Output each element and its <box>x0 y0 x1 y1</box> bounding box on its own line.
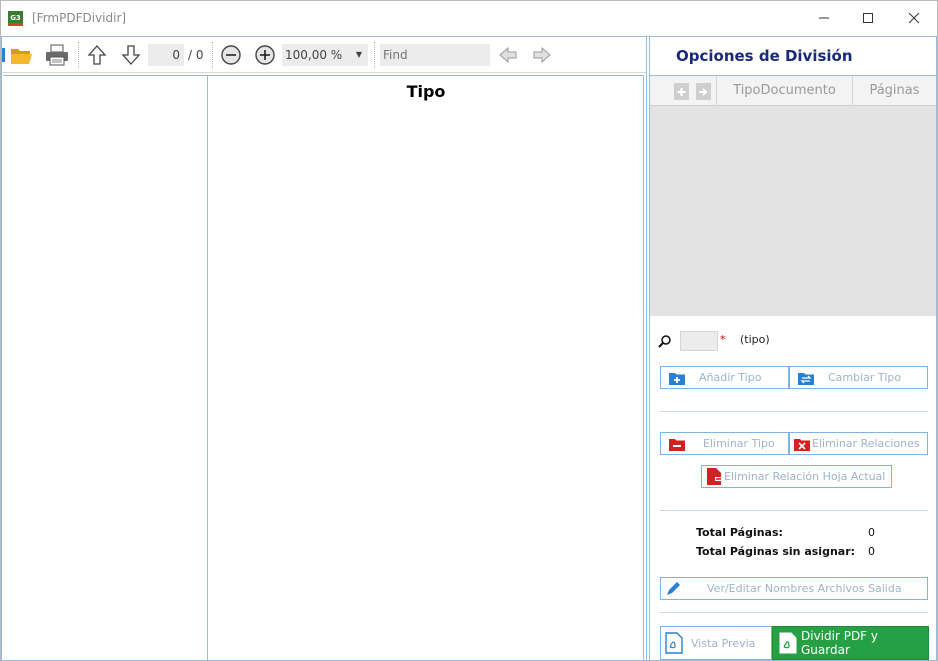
find-next-button[interactable] <box>530 42 554 68</box>
toolbar-separator <box>374 42 375 68</box>
prev-page-button[interactable] <box>84 42 110 68</box>
close-icon <box>908 12 920 24</box>
print-button[interactable] <box>42 42 72 68</box>
change-type-button[interactable]: Cambiar Tipo <box>789 366 928 389</box>
delete-relations-label: Eliminar Relaciones <box>812 437 920 450</box>
split-save-button[interactable]: Dividir PDF y Guardar <box>772 626 929 660</box>
delete-current-relation-button[interactable]: Eliminar Relación Hoja Actual <box>701 465 892 488</box>
page-number-input[interactable]: 0 <box>148 44 184 66</box>
total-pages-value: 0 <box>868 526 875 539</box>
pdf-viewer: 0 / 0 100,00 % ▼ Find Tipo <box>1 36 647 661</box>
edit-output-names-button[interactable]: Ver/Editar Nombres Archivos Salida <box>660 577 928 600</box>
delete-current-relation-label: Eliminar Relación Hoja Actual <box>724 470 886 483</box>
change-type-label: Cambiar Tipo <box>828 371 902 384</box>
swap-folder-icon <box>798 370 814 386</box>
thumbnail-pane[interactable] <box>3 75 208 660</box>
add-document-icon[interactable] <box>674 83 689 100</box>
next-page-button[interactable] <box>118 42 144 68</box>
unassigned-pages-value: 0 <box>868 545 875 558</box>
toolbar-grip <box>2 48 5 62</box>
zoom-value: 100,00 % <box>285 48 343 62</box>
section-divider <box>660 510 928 511</box>
window-title: [FrmPDFDividir] <box>32 11 127 25</box>
arrow-up-icon <box>87 45 107 65</box>
type-input[interactable] <box>680 331 718 351</box>
folder-open-icon <box>11 49 32 64</box>
arrow-left-icon <box>499 46 517 64</box>
add-type-button[interactable]: Añadir Tipo <box>660 366 789 389</box>
delete-type-label: Eliminar Tipo <box>703 437 775 450</box>
toolbar-separator <box>78 42 79 68</box>
close-button[interactable] <box>891 1 937 35</box>
delete-type-button[interactable]: Eliminar Tipo <box>660 432 789 455</box>
zoom-in-button[interactable] <box>253 42 277 68</box>
minimize-button[interactable] <box>801 1 847 35</box>
zoom-in-icon <box>255 45 275 65</box>
pdf-file-icon <box>779 632 797 654</box>
arrow-down-icon <box>121 45 141 65</box>
total-pages-label: Total Páginas: <box>696 526 783 539</box>
add-folder-icon <box>669 370 685 386</box>
document-title: Tipo <box>406 82 446 101</box>
app-icon: G3 <box>8 11 23 26</box>
zoom-select[interactable]: 100,00 % ▼ <box>282 44 368 66</box>
maximize-icon <box>863 13 873 23</box>
chevron-down-icon: ▼ <box>355 50 362 59</box>
find-input[interactable] <box>380 44 490 66</box>
grid-header: TipoDocumento Páginas <box>650 76 936 106</box>
viewer-toolbar: 0 / 0 100,00 % ▼ <box>2 37 646 73</box>
minimize-icon <box>819 17 829 19</box>
search-icon[interactable] <box>658 334 672 348</box>
options-title: Opciones de División <box>676 47 853 65</box>
column-header-tipodocumento[interactable]: TipoDocumento <box>716 76 852 106</box>
maximize-button[interactable] <box>845 1 891 35</box>
edit-output-names-label: Ver/Editar Nombres Archivos Salida <box>707 582 902 595</box>
printer-icon <box>46 44 68 66</box>
column-header-paginas[interactable]: Páginas <box>852 76 936 106</box>
delete-page-icon <box>706 468 722 485</box>
section-divider <box>660 411 928 412</box>
types-grid[interactable]: TipoDocumento Páginas <box>650 76 936 316</box>
options-header: Opciones de División <box>650 37 936 76</box>
find-prev-button[interactable] <box>496 42 520 68</box>
main-window: G3 [FrmPDFDividir] 0 / 0 100,00 % ▼ Find… <box>0 0 938 661</box>
delete-relations-icon <box>794 436 810 452</box>
import-document-icon[interactable] <box>696 83 711 100</box>
preview-button[interactable]: Vista Previa <box>660 626 772 660</box>
toolbar-separator <box>212 42 213 68</box>
split-save-label: Dividir PDF y Guardar <box>801 629 879 657</box>
type-label: (tipo) <box>740 333 770 346</box>
arrow-right-icon <box>533 46 551 64</box>
page-total-label: / 0 <box>188 48 204 62</box>
title-bar: G3 [FrmPDFDividir] <box>1 1 937 35</box>
pencil-icon <box>665 581 681 597</box>
add-type-label: Añadir Tipo <box>699 371 762 384</box>
required-mark: * <box>720 333 726 346</box>
options-panel: Opciones de División TipoDocumento Págin… <box>649 36 937 661</box>
document-pane[interactable]: Tipo <box>208 75 644 660</box>
delete-relations-button[interactable]: Eliminar Relaciones <box>789 432 928 455</box>
open-button[interactable] <box>8 42 36 68</box>
zoom-out-button[interactable] <box>219 42 243 68</box>
delete-folder-icon <box>669 436 685 452</box>
pdf-file-icon <box>665 632 683 654</box>
preview-label: Vista Previa <box>691 636 756 650</box>
section-divider <box>660 612 928 613</box>
zoom-out-icon <box>221 45 241 65</box>
unassigned-pages-label: Total Páginas sin asignar: <box>696 545 856 558</box>
